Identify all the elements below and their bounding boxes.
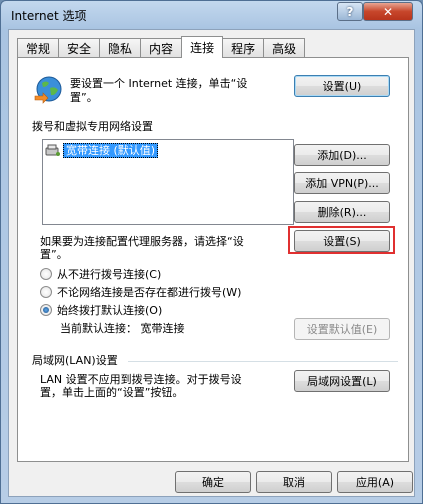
tab-connections[interactable]: 连接 [181,36,224,58]
radio-label: 始终拨打默认连接(O) [57,304,163,317]
tab-privacy[interactable]: 隐私 [99,38,142,58]
proxy-text-line2: 置”。 [40,248,68,261]
help-button[interactable]: ? [337,2,363,21]
current-default-connection: 当前默认连接： 宽带连接 [60,322,185,335]
tab-programs[interactable]: 程序 [222,38,265,58]
radio-never-dial[interactable]: 从不进行拨号连接(C) [40,266,161,282]
setup-button[interactable]: 设置(U) [294,75,390,97]
lan-text-line2: 置，单击上面的“设置”按钮。 [40,386,184,399]
radio-button[interactable] [40,304,52,316]
set-default-button[interactable]: 设置默认值(E) [294,318,390,340]
tab-content[interactable]: 内容 [140,38,183,58]
cancel-button[interactable]: 取消 [256,471,332,493]
lan-heading: 局域网(LAN)设置 [32,354,118,367]
setup-text-line1: 要设置一个 Internet 连接，单击“设 [70,77,248,90]
radio-label: 从不进行拨号连接(C) [57,268,162,281]
window-title: Internet 选项 [11,9,87,23]
radio-button[interactable] [40,268,52,280]
tab-general[interactable]: 常规 [17,38,60,58]
radio-always-dial-default[interactable]: 始终拨打默认连接(O) [40,302,162,318]
title-bar[interactable]: Internet 选项 ? ✕ [1,1,422,29]
proxy-text-line1: 如果要为连接配置代理服务器，请选择“设 [40,235,244,248]
dialup-heading: 拨号和虚拟专用网络设置 [32,120,153,133]
setup-text-line2: 置”。 [70,91,98,104]
tab-security[interactable]: 安全 [58,38,101,58]
close-icon: ✕ [382,4,394,19]
tab-advanced[interactable]: 高级 [263,38,306,58]
ok-button[interactable]: 确定 [175,471,251,493]
connections-panel: 要设置一个 Internet 连接，单击“设 置”。 设置(U) 拨号和虚拟专用… [17,57,409,462]
tab-strip: 常规 安全 隐私 内容 连接 程序 高级 [17,36,306,58]
connection-name: 宽带连接 (默认值) [63,142,159,158]
close-button[interactable]: ✕ [363,2,413,21]
globe-network-icon [34,76,62,104]
lan-settings-button[interactable]: 局域网设置(L) [294,370,390,392]
list-item[interactable]: 宽带连接 (默认值) [45,142,159,158]
add-vpn-button[interactable]: 添加 VPN(P)... [294,172,390,194]
lan-text-line1: LAN 设置不应用到拨号连接。对于拨号设 [40,373,242,386]
internet-options-window: Internet 选项 ? ✕ 常规 安全 隐私 内容 连接 程序 高级 要设置… [0,0,423,504]
radio-button[interactable] [40,286,52,298]
apply-button[interactable]: 应用(A) [337,471,413,493]
dialog-client-area: 常规 安全 隐私 内容 连接 程序 高级 要设置一个 Internet 连接，单… [8,29,415,497]
help-icon: ? [346,4,354,19]
dialup-connection-list[interactable]: 宽带连接 (默认值) [42,139,294,225]
radio-dial-whenever[interactable]: 不论网络连接是否存在都进行拨号(W) [40,284,241,300]
lan-divider [128,361,398,362]
delete-button[interactable]: 删除(R)... [294,201,390,223]
add-button[interactable]: 添加(D)... [294,144,390,166]
proxy-settings-button[interactable]: 设置(S) [294,230,390,252]
radio-label: 不论网络连接是否存在都进行拨号(W) [57,286,242,299]
broadband-connection-icon [45,144,60,156]
